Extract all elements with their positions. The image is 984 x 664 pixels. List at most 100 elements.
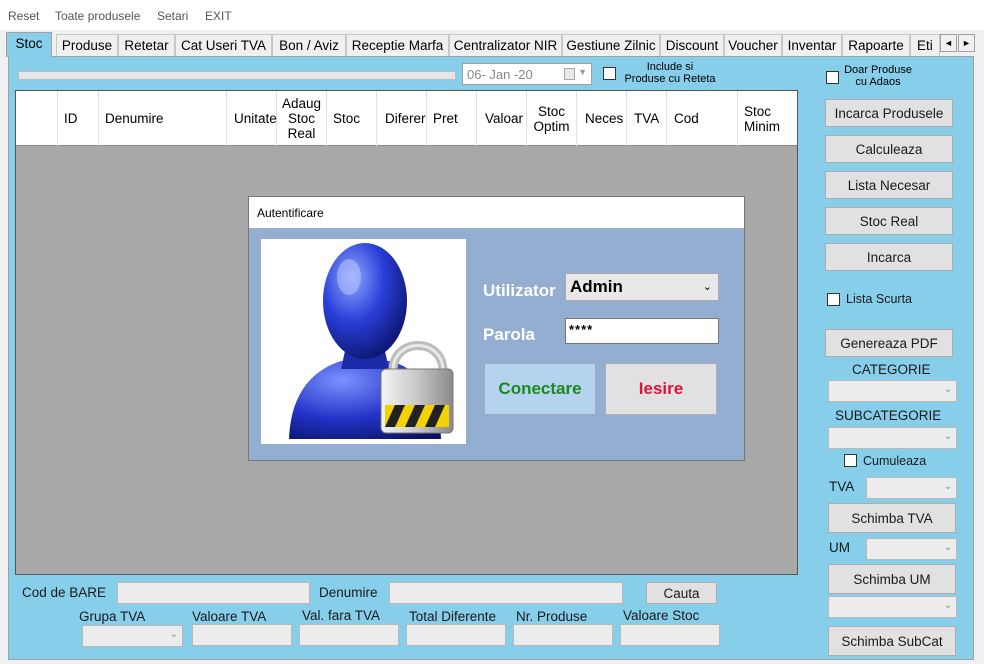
value-no-tva-field — [299, 624, 399, 646]
product-count-field — [513, 624, 613, 646]
tva-group-select[interactable]: ⌄ — [82, 625, 183, 647]
chevron-down-icon[interactable]: ⌄ — [944, 481, 952, 492]
chevron-down-icon[interactable]: ⌄ — [944, 542, 952, 553]
col-adaug-stoc-real[interactable]: Adaug Stoc Real — [277, 91, 327, 146]
exit-button[interactable]: Iesire — [605, 363, 717, 415]
grid-row-header — [16, 91, 58, 146]
chevron-down-icon[interactable]: ⌄ — [703, 280, 712, 293]
col-diferenta[interactable]: Diferer — [377, 91, 427, 146]
name-input[interactable] — [389, 582, 623, 604]
doar-adaos-checkbox[interactable] — [826, 71, 839, 84]
menu-exit[interactable]: EXIT — [205, 9, 232, 23]
col-necesar[interactable]: Neces — [577, 91, 627, 146]
col-cod[interactable]: Cod — [667, 91, 738, 146]
tab-bon-aviz[interactable]: Bon / Aviz — [272, 34, 346, 56]
chevron-down-icon[interactable]: ⌄ — [944, 431, 952, 442]
total-diff-label: Total Diferente — [409, 609, 497, 624]
user-select[interactable]: Admin ⌄ — [565, 273, 719, 301]
progress-bar — [18, 71, 456, 80]
tva-label: TVA — [829, 479, 855, 494]
col-valoare[interactable]: Valoar — [477, 91, 527, 146]
short-list-checkbox[interactable] — [827, 293, 840, 306]
tva-group-label: Grupa TVA — [79, 609, 146, 624]
tva-select[interactable]: ⌄ — [866, 477, 957, 499]
dialog-title: Autentificare — [249, 197, 744, 228]
stock-value-label: Valoare Stoc — [623, 608, 700, 623]
tab-centralizator-nir[interactable]: Centralizator NIR — [449, 34, 562, 56]
menu-settings[interactable]: Setari — [157, 9, 188, 23]
change-um-button[interactable]: Schimba UM — [828, 564, 956, 594]
cumulate-checkbox[interactable] — [844, 454, 857, 467]
short-list-label: Lista Scurta — [846, 292, 913, 306]
col-denumire[interactable]: Denumire — [99, 91, 227, 146]
chevron-down-icon[interactable]: ⌄ — [944, 600, 952, 611]
date-value: 06- Jan -20 — [467, 67, 533, 82]
um-select[interactable]: ⌄ — [866, 538, 957, 560]
scroll-right-icon[interactable]: ► — [958, 34, 975, 52]
col-unitate[interactable]: Unitate — [227, 91, 277, 146]
search-button[interactable]: Cauta — [646, 582, 717, 604]
calendar-icon[interactable] — [564, 68, 575, 80]
subcategory-select[interactable]: ⌄ — [828, 427, 957, 449]
user-label: Utilizator — [483, 281, 556, 300]
name-label: Denumire — [319, 585, 378, 600]
load-products-button[interactable]: Incarca Produsele — [825, 99, 953, 127]
doar-adaos-label: Doar Produse cu Adaos — [844, 64, 912, 88]
tab-discount[interactable]: Discount — [660, 34, 724, 56]
col-stoc-minim[interactable]: Stoc Minim — [738, 91, 797, 146]
tab-strip: Stoc Produse Retetar Cat Useri TVA Bon /… — [6, 32, 984, 57]
total-diff-field — [406, 624, 506, 646]
change-tva-button[interactable]: Schimba TVA — [828, 503, 956, 533]
subcat-target-select[interactable]: ⌄ — [828, 596, 957, 618]
date-picker[interactable]: 06- Jan -20 ▼ — [462, 63, 592, 85]
stock-value-field — [620, 624, 720, 646]
tab-eti[interactable]: Eti — [910, 34, 940, 56]
col-pret[interactable]: Pret — [427, 91, 477, 146]
tab-inventar[interactable]: Inventar — [782, 34, 842, 56]
login-dialog: Autentificare Utilizator Admin ⌄ Parola … — [248, 196, 745, 461]
calculate-button[interactable]: Calculeaza — [825, 135, 953, 163]
menu-all-products[interactable]: Toate produsele — [55, 9, 140, 23]
menu-bar: Reset Toate produsele Setari EXIT — [0, 0, 984, 30]
value-no-tva-label: Val. fara TVA — [302, 608, 381, 623]
tab-retetar[interactable]: Retetar — [118, 34, 175, 56]
menu-reset[interactable]: Reset — [8, 9, 39, 23]
tab-cat-useri-tva[interactable]: Cat Useri TVA — [175, 34, 272, 56]
um-label: UM — [829, 540, 850, 555]
category-select[interactable]: ⌄ — [828, 380, 957, 402]
tab-stoc[interactable]: Stoc — [6, 32, 52, 57]
product-count-label: Nr. Produse — [516, 609, 588, 624]
user-select-value: Admin — [570, 277, 623, 296]
tva-value-label: Valoare TVA — [192, 609, 267, 624]
tab-rapoarte[interactable]: Rapoarte — [842, 34, 910, 56]
tab-voucher[interactable]: Voucher — [724, 34, 782, 56]
tva-value-field — [192, 624, 292, 646]
grid-header: ID Denumire Unitate Adaug Stoc Real Stoc… — [16, 91, 797, 146]
load-button[interactable]: Incarca — [825, 243, 953, 271]
tab-gestiune-zilnic[interactable]: Gestiune Zilnic — [562, 34, 660, 56]
chevron-down-icon[interactable]: ⌄ — [944, 384, 952, 395]
password-label: Parola — [483, 325, 535, 344]
real-stock-button[interactable]: Stoc Real — [825, 207, 953, 235]
col-stoc-optim[interactable]: Stoc Optim — [527, 91, 577, 146]
include-reteta-label: Include si Produse cu Reteta — [624, 61, 716, 85]
col-stoc[interactable]: Stoc — [327, 91, 377, 146]
cumulate-label: Cumuleaza — [863, 454, 927, 468]
chevron-down-icon[interactable]: ⌄ — [170, 629, 178, 640]
user-lock-icon — [261, 239, 466, 444]
barcode-label: Cod de BARE — [22, 585, 107, 600]
col-tva[interactable]: TVA — [627, 91, 667, 146]
needs-list-button[interactable]: Lista Necesar — [825, 171, 953, 199]
change-subcat-button[interactable]: Schimba SubCat — [828, 626, 956, 656]
barcode-input[interactable] — [117, 582, 310, 604]
subcategory-label: SUBCATEGORIE — [835, 408, 942, 423]
generate-pdf-button[interactable]: Genereaza PDF — [825, 329, 953, 357]
col-id[interactable]: ID — [58, 91, 99, 146]
connect-button[interactable]: Conectare — [484, 363, 596, 415]
chevron-down-icon[interactable]: ▼ — [578, 67, 587, 77]
include-reteta-checkbox[interactable] — [603, 67, 616, 80]
tab-produse[interactable]: Produse — [56, 34, 118, 56]
password-field[interactable]: **** — [565, 318, 719, 344]
scroll-left-icon[interactable]: ◄ — [940, 34, 957, 52]
tab-receptie-marfa[interactable]: Receptie Marfa — [346, 34, 449, 56]
